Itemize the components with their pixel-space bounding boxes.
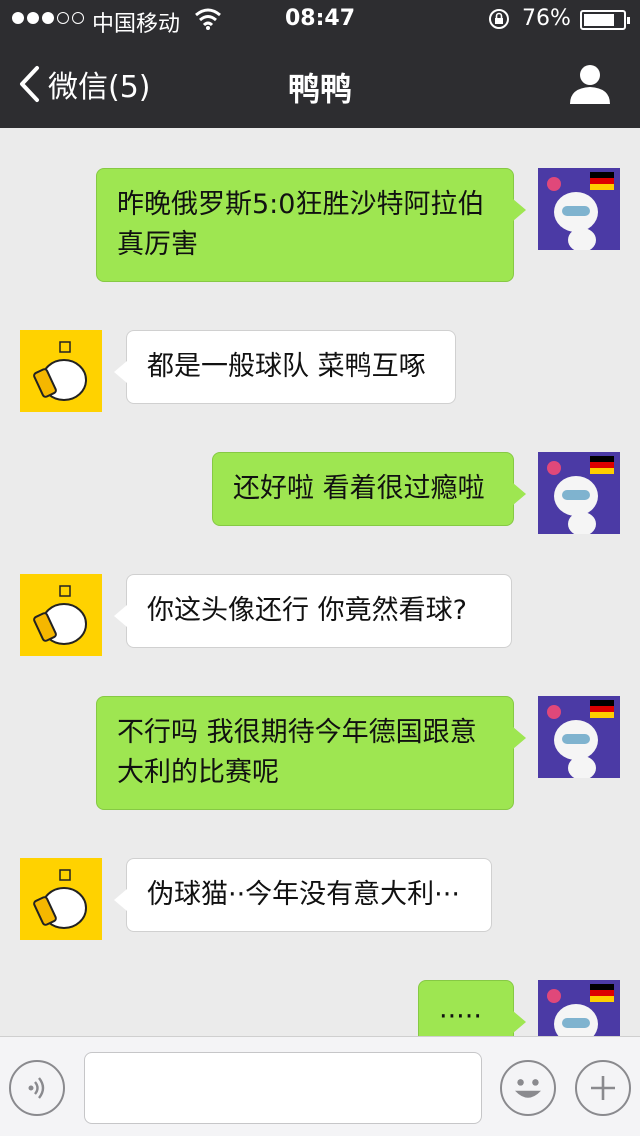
input-toolbar [0, 1036, 640, 1136]
cat-avatar-icon [538, 980, 620, 1036]
chat-title: 鸭鸭 [287, 70, 352, 108]
sent-message-bubble[interactable]: 不行吗 我很期待今年德国跟意大利的比赛呢 [96, 696, 526, 810]
my-avatar[interactable] [538, 452, 620, 536]
my-avatar[interactable] [538, 980, 620, 1036]
chat-area[interactable]: 昨晚俄罗斯5:0狂胜沙特阿拉伯真厉害 都是一般球队 菜鸭互啄 还好啦 看着很过瘾… [0, 128, 640, 1036]
plus-button[interactable] [575, 1060, 631, 1116]
sent-message-bubble[interactable]: 还好啦 看着很过瘾啦 [212, 452, 526, 526]
sent-message-bubble[interactable]: 昨晚俄罗斯5:0狂胜沙特阿拉伯真厉害 [96, 168, 526, 282]
received-message-bubble[interactable]: 都是一般球队 菜鸭互啄 [114, 330, 456, 404]
message-text: 伪球猫··今年没有意大利··· [147, 879, 460, 910]
my-avatar[interactable] [538, 696, 620, 780]
received-message-bubble[interactable]: 伪球猫··今年没有意大利··· [114, 858, 492, 932]
duck-avatar-icon [20, 330, 102, 412]
sent-message-bubble[interactable]: ····· [418, 980, 526, 1036]
cat-avatar-icon [538, 696, 620, 780]
message-text: 都是一般球队 菜鸭互啄 [147, 351, 426, 382]
emoji-icon [515, 1079, 541, 1098]
received-message-bubble[interactable]: 你这头像还行 你竟然看球? [114, 574, 512, 648]
message-text: 不行吗 我很期待今年德国跟意大利的比赛呢 [117, 717, 477, 788]
status-bar: 中国移动 08:47 76% [0, 0, 640, 40]
duck-avatar-icon [20, 574, 102, 656]
battery-percent: 76% [522, 6, 571, 31]
message-text: 还好啦 看着很过瘾啦 [233, 473, 485, 504]
message-text: 你这头像还行 你竟然看球? [147, 595, 467, 626]
nav-bar: 微信(5) 鸭鸭 [0, 40, 640, 128]
message-text: 昨晚俄罗斯5:0狂胜沙特阿拉伯真厉害 [117, 189, 485, 260]
contact-avatar[interactable] [20, 574, 102, 656]
message-input[interactable] [84, 1052, 482, 1124]
duck-avatar-icon [20, 858, 102, 940]
battery-icon [580, 10, 630, 30]
contact-avatar[interactable] [20, 858, 102, 940]
my-avatar[interactable] [538, 168, 620, 252]
plus-icon [591, 1076, 615, 1100]
emoji-button[interactable] [500, 1060, 556, 1116]
cat-avatar-icon [538, 452, 620, 536]
cat-avatar-icon [538, 168, 620, 252]
contact-avatar[interactable] [20, 330, 102, 412]
voice-icon [28, 1077, 45, 1099]
rotation-lock-icon [489, 9, 509, 29]
voice-button[interactable] [9, 1060, 65, 1116]
top-bar: 中国移动 08:47 76% 微信(5) 鸭鸭 [0, 0, 640, 128]
message-text: ····· [439, 1001, 482, 1032]
person-icon[interactable] [568, 62, 612, 106]
